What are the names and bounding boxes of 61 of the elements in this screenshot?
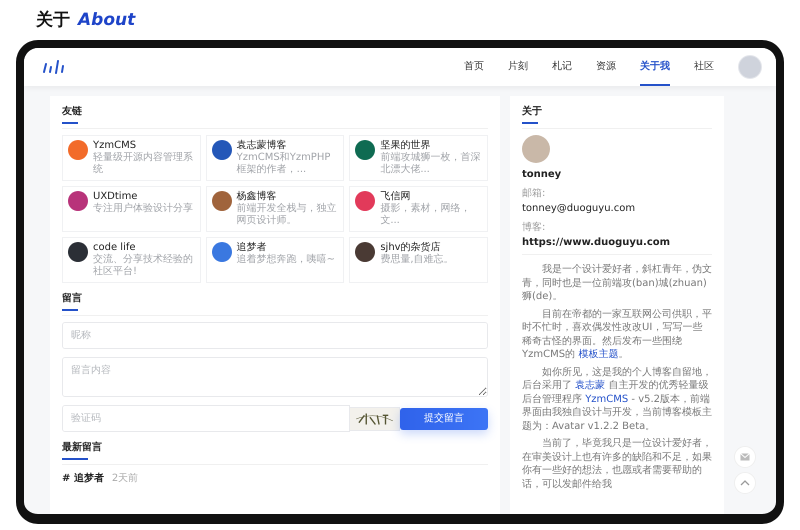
site-name: UXDtime xyxy=(93,191,138,202)
captcha-image xyxy=(350,406,400,430)
mail-button[interactable] xyxy=(734,446,756,468)
site-description: 摄影，素材，网络，文... xyxy=(380,203,472,227)
nav-link[interactable]: 社区 xyxy=(694,48,714,86)
site-name: 追梦者 xyxy=(236,242,268,254)
friend-link-card[interactable]: YzmCMS 轻量级开源内容管理系统 xyxy=(62,135,201,181)
site-name: code life xyxy=(93,242,137,254)
site-description: 追着梦想奔跑，咦嘻~ xyxy=(236,254,336,266)
site-description: 前端攻城狮一枚，首深北漂大佬... xyxy=(380,152,482,176)
site-description: 费思量,自难忘。 xyxy=(380,254,454,266)
nav-link[interactable]: 首页 xyxy=(464,48,484,86)
section-heading: 关于 xyxy=(522,106,542,117)
site-description: 交流、分享技术经验的社区平台! xyxy=(93,254,194,278)
nav-link[interactable]: 札记 xyxy=(552,48,572,86)
friend-link-card[interactable]: 袁志蒙博客 YzmCMS和YzmPHP框架的作者，... xyxy=(206,135,344,181)
friend-link-card[interactable]: sjhv的杂货店 费思量,自难忘。 xyxy=(349,237,488,283)
page-title: 关于 xyxy=(36,9,70,32)
friend-link-card[interactable]: 飞信网 摄影，素材，网络，文... xyxy=(349,186,488,232)
nav-link[interactable]: 片刻 xyxy=(508,48,528,86)
friend-link-card[interactable]: 追梦者 追着梦想奔跑，咦嘻~ xyxy=(206,237,344,283)
site-description: 轻量级开源内容管理系统 xyxy=(93,152,194,176)
site-description: 前端开发全栈与，独立网页设计师。 xyxy=(236,203,338,227)
page-title-english: About xyxy=(78,9,136,32)
friend-link-card[interactable]: 杨鑫博客 前端开发全栈与，独立网页设计师。 xyxy=(206,186,344,232)
site-name: 杨鑫博客 xyxy=(236,191,278,202)
message-field[interactable]: 留言内容 xyxy=(62,357,488,397)
back-to-top-button[interactable] xyxy=(734,472,756,494)
site-name: 飞信网 xyxy=(380,191,410,203)
site-name: sjhv的杂货店 xyxy=(380,242,442,254)
captcha-field[interactable]: 验证码 xyxy=(62,405,350,432)
friend-link-card[interactable]: 坚果的世界 前端攻城狮一枚，首深北漂大佬... xyxy=(349,135,488,181)
nav-link[interactable]: 关于我 xyxy=(640,48,670,86)
photo-placeholder xyxy=(522,135,550,163)
chevron-up-icon xyxy=(740,480,750,486)
comment-author: # 追梦者 xyxy=(62,472,104,486)
user-avatar[interactable] xyxy=(738,55,762,79)
nav-link[interactable]: 资源 xyxy=(596,48,616,86)
email-label: 邮箱: xyxy=(522,186,546,201)
site-description: 专注用户体验设计分享 xyxy=(93,203,193,215)
section-heading: 友链 xyxy=(62,106,82,117)
about-paragraph: 当前了，毕竟我只是一位设计爱好者，在审美设计上也有许多的缺陷和不足，如果你有一些好的想法，也愿或者需要帮助的话，可以发邮件给我 xyxy=(522,437,712,491)
comment-time: 2天前 xyxy=(112,472,138,486)
blog-url: https://www.duoguyu.com xyxy=(522,235,712,255)
site-description: YzmCMS和YzmPHP框架的作者，... xyxy=(236,152,332,176)
friend-link-card[interactable]: UXDtime 专注用户体验设计分享 xyxy=(62,186,201,232)
author-name: tonney xyxy=(522,168,562,182)
about-paragraph: 如你所见，这是我的个人博客自留地，后台采用了 袁志蒙 自主开发的优秀轻量级后台管理程序 YzmCMS - v5.2版本，前端界面由我独自设计与开发，当前博客模板主题为：Avatar v1.2.2 Beta。 xyxy=(522,366,712,433)
site-name: 袁志蒙博客 xyxy=(236,140,288,152)
friend-link-card[interactable]: code life 交流、分享技术经验的社区平台! xyxy=(62,237,201,283)
site-name: 坚果的世界 xyxy=(380,140,432,152)
email-address: tonney@duoguyu.com xyxy=(522,202,636,216)
site-name: YzmCMS xyxy=(93,140,138,152)
about-paragraph: 目前在帝都的一家互联网公司供职，平时不忙时，喜欢偶发性改改UI，写写一些稀奇古怪的界面。然后发布一些围绕YzmCMS的 模板主题。 xyxy=(522,308,712,362)
submit-button[interactable]: 提交留言 xyxy=(400,408,488,430)
section-heading: 最新留言 xyxy=(62,442,102,453)
blog-label: 博客: xyxy=(522,220,546,235)
mail-icon xyxy=(740,453,750,461)
section-heading: 留言 xyxy=(62,293,82,304)
about-paragraph: 我是一个设计爱好者，斜杠青年，伪文青，同时也是一位前端攻(ban)城(zhuan)狮(de)。 xyxy=(522,263,712,304)
nickname-field[interactable]: 昵称 xyxy=(62,322,488,349)
